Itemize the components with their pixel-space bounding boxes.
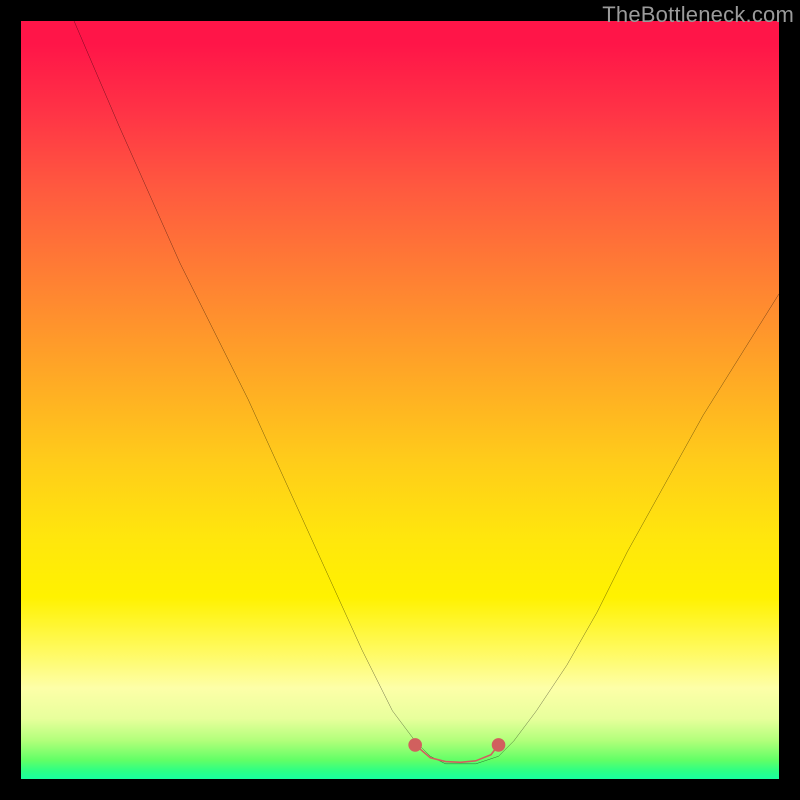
bottleneck-curve <box>74 21 779 764</box>
watermark-text: TheBottleneck.com <box>602 2 794 28</box>
chart-svg <box>21 21 779 779</box>
plot-area <box>21 21 779 779</box>
optimal-band-end-dot <box>492 738 506 752</box>
chart-frame: TheBottleneck.com <box>0 0 800 800</box>
optimal-band-start-dot <box>408 738 422 752</box>
